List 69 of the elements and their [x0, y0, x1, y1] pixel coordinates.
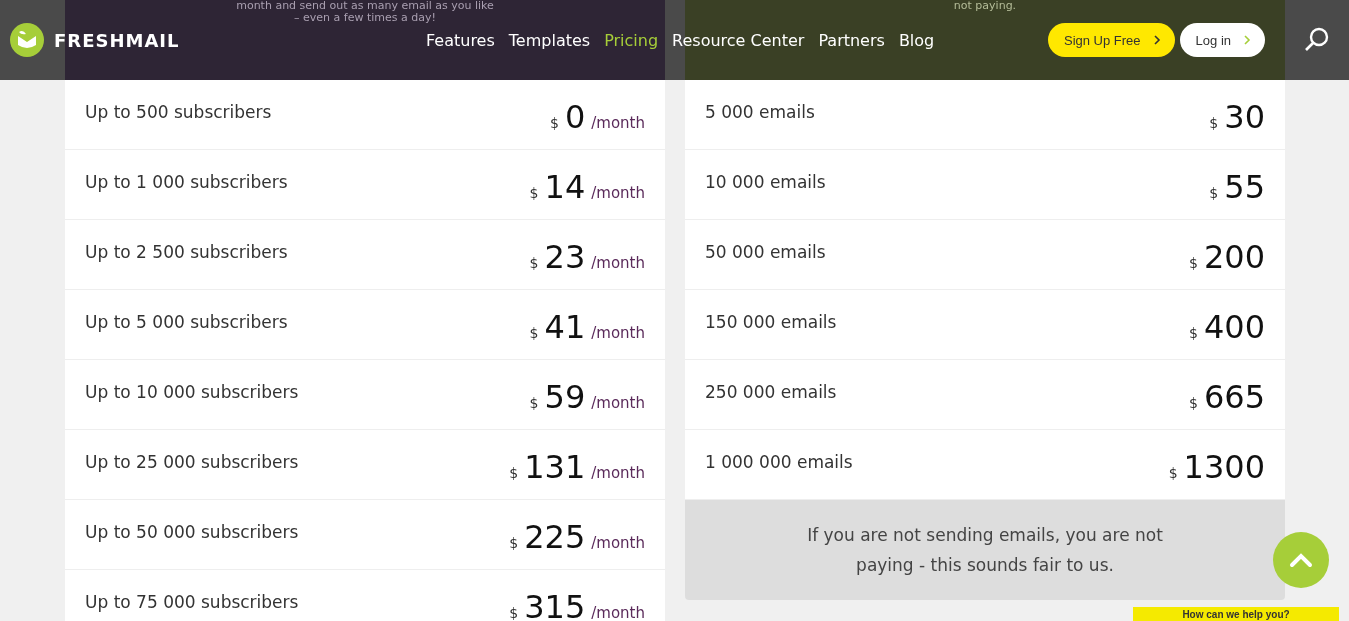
currency-symbol: $ [529, 394, 539, 411]
nav-link[interactable]: Pricing [604, 30, 659, 50]
currency-symbol: $ [1189, 254, 1198, 271]
price-amount: 41 [544, 307, 586, 346]
note-text: If you are not sending emails, you are not paying - this sounds fair to us. [685, 500, 1285, 600]
price-period: /month [591, 183, 645, 202]
chat-button[interactable]: How can we help you? [1133, 607, 1339, 621]
price-period: /month [591, 393, 645, 412]
price-amount: 315 [524, 587, 586, 621]
plan-label: 5 000 emails [705, 101, 815, 122]
plan-label: Up to 2 500 subscribers [85, 241, 288, 262]
intro-text: not paying. [953, 0, 1017, 12]
price-period: /month [591, 113, 645, 132]
price-period: /month [591, 463, 645, 482]
log-in-button[interactable]: Log in [1179, 23, 1265, 57]
currency-symbol: $ [1168, 464, 1178, 481]
currency-symbol: $ [1209, 114, 1219, 131]
currency-symbol: $ [549, 114, 559, 131]
price-period: /month [591, 603, 645, 621]
price-period: /month [591, 323, 645, 342]
plan-label: Up to 75 000 subscribers [85, 591, 299, 612]
nav-link[interactable]: Blog [898, 30, 935, 50]
nav-link[interactable]: Features [426, 30, 495, 50]
currency-symbol: $ [1189, 324, 1198, 341]
plan-label: 10 000 emails [705, 171, 826, 192]
nav-link[interactable]: Partners [818, 30, 885, 50]
logo-icon [10, 23, 44, 57]
sign-up-button[interactable]: Sign Up Free [1048, 23, 1175, 57]
price-amount: 59 [544, 377, 586, 416]
plan-label: Up to 500 subscribers [85, 101, 272, 122]
price-amount: 665 [1203, 377, 1265, 416]
price-amount: 1300 [1183, 447, 1265, 486]
price-amount: 14 [544, 167, 586, 206]
price-amount: 400 [1203, 307, 1265, 346]
chevron-up-icon [1289, 552, 1313, 568]
intro-text: – even a few times a day! [294, 12, 436, 24]
price-amount: 30 [1224, 97, 1265, 136]
price-amount: 200 [1203, 237, 1265, 276]
price-period: /month [591, 253, 645, 272]
currency-symbol: $ [1189, 394, 1198, 411]
currency-symbol: $ [509, 604, 519, 621]
plan-label: 50 000 emails [705, 241, 826, 262]
search-icon [1304, 27, 1330, 53]
plan-label: 1 000 000 emails [705, 451, 853, 472]
price-amount: 225 [524, 517, 586, 556]
plan-label: Up to 5 000 subscribers [85, 311, 288, 332]
chevron-icon [1243, 35, 1251, 45]
chevron-icon [1152, 35, 1161, 45]
nav-link[interactable]: Templates [508, 30, 591, 50]
intro-text: month and send out as many email as you like [236, 0, 494, 12]
price-period: /month [591, 533, 645, 552]
nav-link[interactable]: Resource Center [672, 30, 805, 50]
currency-symbol: $ [509, 534, 519, 551]
currency-symbol: $ [529, 184, 539, 201]
plan-label: 250 000 emails [705, 381, 837, 402]
logo-text: FRESHMAIL [54, 29, 180, 51]
price-amount: 0 [564, 97, 586, 136]
plan-label: Up to 50 000 subscribers [85, 521, 299, 542]
price-amount: 23 [544, 237, 586, 276]
currency-symbol: $ [509, 464, 519, 481]
currency-symbol: $ [529, 254, 539, 271]
price-amount: 131 [524, 447, 586, 486]
plan-label: Up to 1 000 subscribers [85, 171, 288, 192]
price-amount: 55 [1224, 167, 1265, 206]
plan-label: Up to 10 000 subscribers [85, 381, 299, 402]
currency-symbol: $ [1209, 184, 1219, 201]
plan-label: 150 000 emails [705, 311, 837, 332]
plan-label: Up to 25 000 subscribers [85, 451, 299, 472]
currency-symbol: $ [529, 324, 539, 341]
